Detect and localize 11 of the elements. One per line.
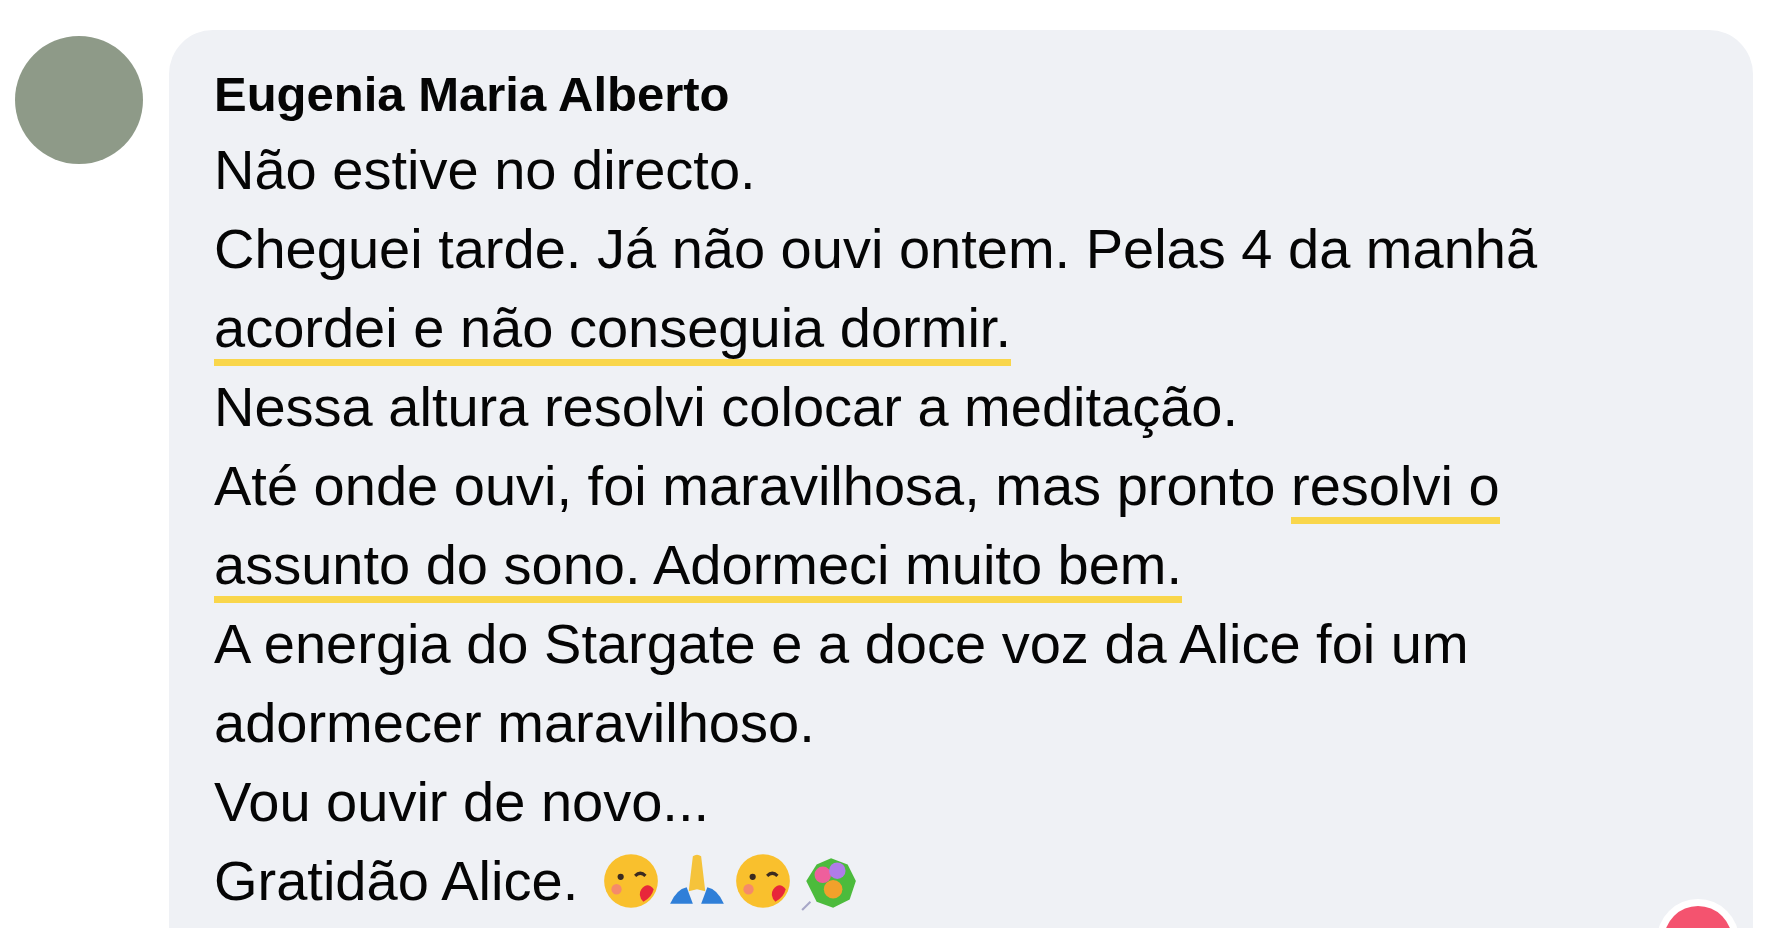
author-name[interactable]: Eugenia Maria Alberto (214, 58, 730, 130)
comment-line: Nessa altura resolvi colocar a meditação. (214, 374, 1239, 440)
comment-line: Gratidão Alice. (214, 848, 579, 914)
comment-line: Vou ouvir de novo... (214, 769, 709, 835)
comment-line: Cheguei tarde. Já não ouvi ontem. Pelas 4 da manhã (214, 216, 1538, 282)
comment-line: assunto do sono. Adormeci muito bem. (214, 525, 1183, 604)
comment-line: Não estive no directo. (214, 137, 756, 203)
comment-line: A energia do Stargate e a doce voz da Alice foi um (214, 611, 1469, 677)
comment-line: Até onde ouvi, foi maravilhosa, mas pronto resolvi o (214, 446, 1500, 525)
comment-line: adormecer maravilhoso. (214, 690, 815, 756)
comment-line: acordei e não conseguia dormir. (214, 288, 1011, 367)
